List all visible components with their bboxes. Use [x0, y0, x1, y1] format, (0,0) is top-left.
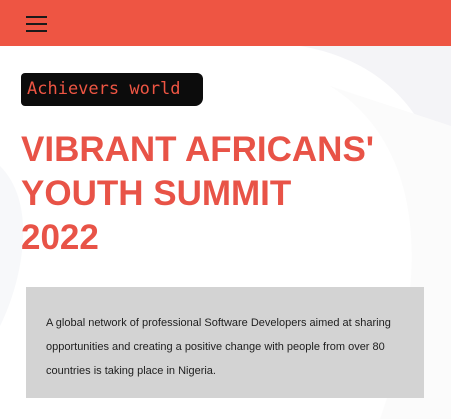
- page-title-line-1: VIBRANT AFRICANS': [21, 130, 375, 169]
- page-title: VIBRANT AFRICANS' YOUTH SUMMIT 2022: [21, 128, 441, 260]
- page-title-line-3: 2022: [21, 218, 99, 257]
- description-text: A global network of professional Softwar…: [46, 317, 391, 377]
- top-navigation-bar: [0, 0, 451, 46]
- page-title-line-2: YOUTH SUMMIT: [21, 174, 292, 213]
- description-box: A global network of professional Softwar…: [26, 287, 424, 398]
- hamburger-menu-icon[interactable]: [26, 15, 47, 33]
- brand-logo: Achievers world: [21, 73, 203, 106]
